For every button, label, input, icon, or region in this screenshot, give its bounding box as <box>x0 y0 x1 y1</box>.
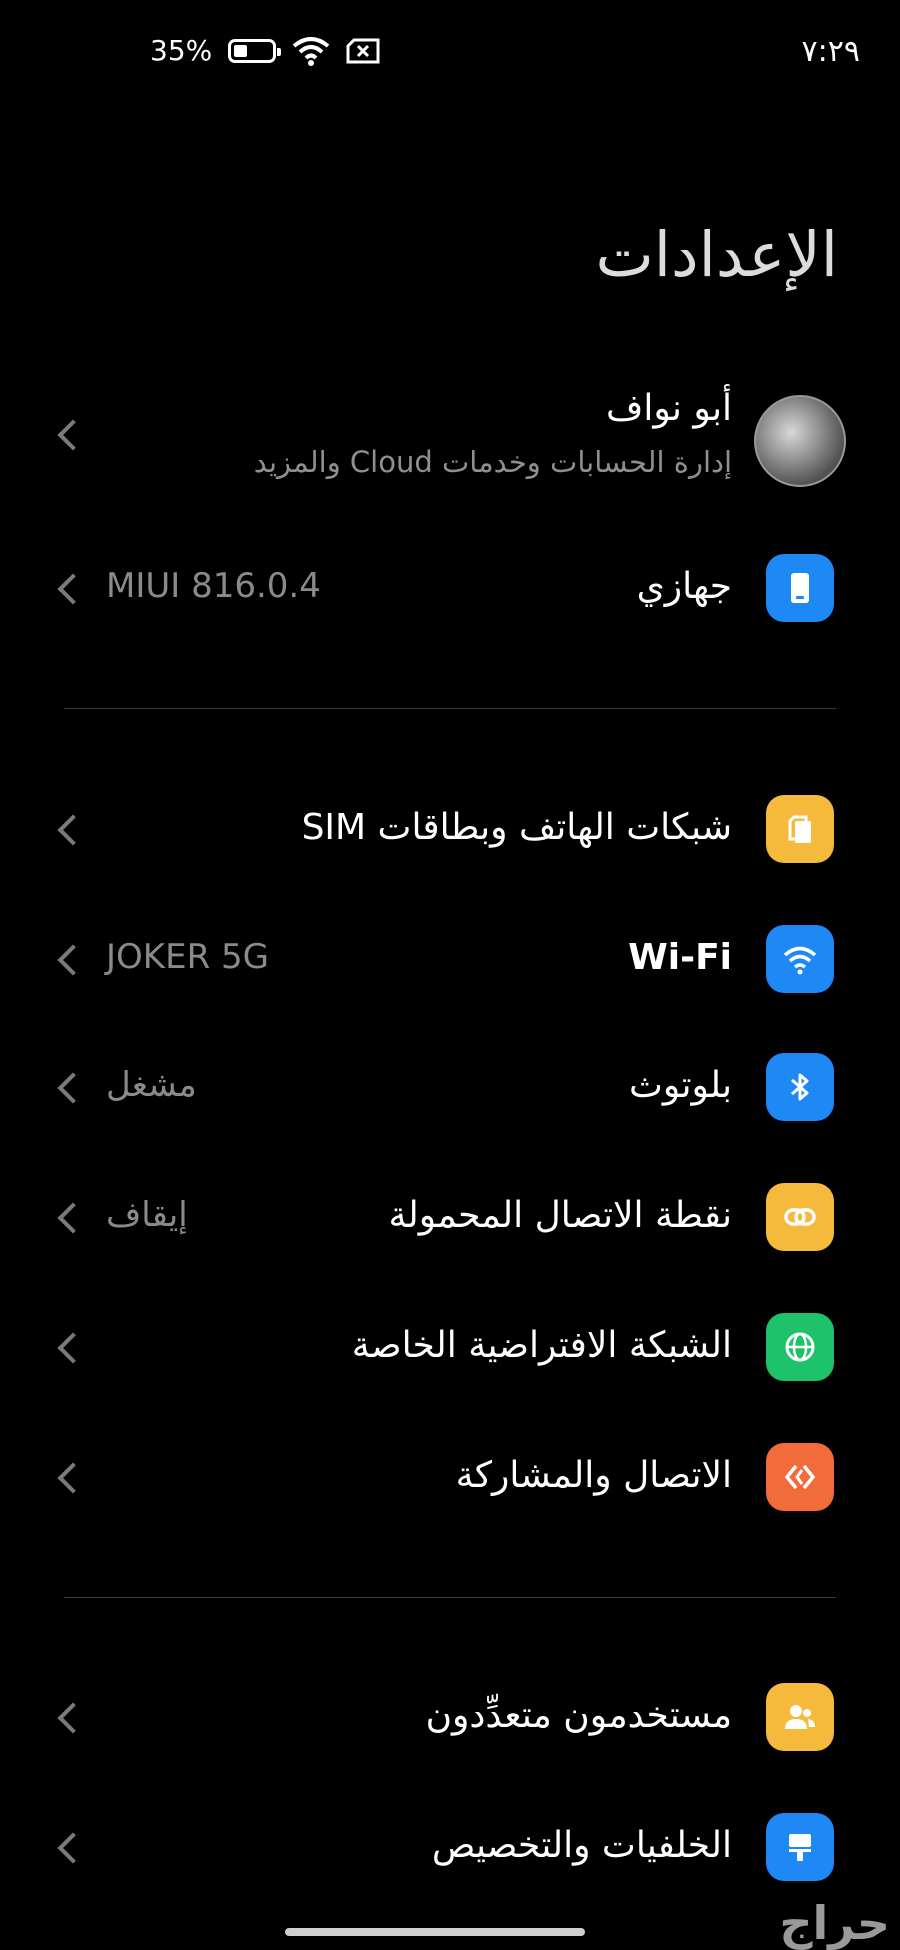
settings-item-wallpaper[interactable]: الخلفيات والتخصيص <box>0 1811 900 1883</box>
globe-icon <box>766 1313 834 1381</box>
settings-item-value: JOKER 5G <box>106 937 269 977</box>
wifi-icon <box>766 925 834 993</box>
settings-item-label: نقطة الاتصال المحمولة <box>388 1195 732 1236</box>
settings-item-multiple-users[interactable]: مستخدمون متعدِّدون <box>0 1681 900 1753</box>
hotspot-icon <box>766 1183 834 1251</box>
settings-item-label: مستخدمون متعدِّدون <box>425 1695 732 1736</box>
sim-card-icon <box>766 795 834 863</box>
profile-name: أبو نواف <box>606 388 732 429</box>
users-icon <box>766 1683 834 1751</box>
chevron-left-icon <box>57 1072 89 1104</box>
settings-item-wifi[interactable]: Wi-Fi JOKER 5G <box>0 923 900 995</box>
status-icons: 35% <box>150 34 380 67</box>
sim-x-icon <box>346 38 380 63</box>
settings-item-label: الشبكة الافتراضية الخاصة <box>351 1325 732 1366</box>
settings-item-value: إيقاف <box>106 1195 188 1235</box>
settings-item-hotspot[interactable]: نقطة الاتصال المحمولة إيقاف <box>0 1181 900 1253</box>
chevron-left-icon <box>57 419 89 451</box>
settings-item-label: شبكات الهاتف وبطاقات SIM <box>301 807 732 848</box>
battery-icon <box>228 38 282 63</box>
avatar <box>754 395 846 487</box>
chevron-left-icon <box>57 944 89 976</box>
settings-item-label: الخلفيات والتخصيص <box>431 1825 732 1866</box>
settings-item-my-device[interactable]: جهازي MIUI 816.0.4 <box>0 552 900 624</box>
chevron-left-icon <box>57 1462 89 1494</box>
watermark: حراج <box>779 1896 890 1950</box>
chevron-left-icon <box>57 1702 89 1734</box>
settings-item-value: MIUI 816.0.4 <box>106 566 321 606</box>
battery-percent: 35% <box>150 34 213 67</box>
phone-icon <box>766 554 834 622</box>
chevron-left-icon <box>57 1202 89 1234</box>
settings-item-sim[interactable]: شبكات الهاتف وبطاقات SIM <box>0 793 900 865</box>
chevron-left-icon <box>57 1332 89 1364</box>
settings-item-vpn[interactable]: الشبكة الافتراضية الخاصة <box>0 1311 900 1383</box>
chevron-left-icon <box>57 1832 89 1864</box>
profile-subtitle: إدارة الحسابات وخدمات Cloud والمزيد <box>253 445 732 479</box>
settings-item-connection-sharing[interactable]: الاتصال والمشاركة <box>0 1441 900 1513</box>
chevron-left-icon <box>57 814 89 846</box>
status-bar: 35% ٧:٢٩ <box>0 28 900 78</box>
wifi-status-icon <box>292 36 330 66</box>
settings-item-value: مشغل <box>106 1065 197 1105</box>
settings-item-label: جهازي <box>636 566 732 607</box>
share-icon <box>766 1443 834 1511</box>
section-divider <box>64 708 836 709</box>
settings-item-label: الاتصال والمشاركة <box>455 1455 732 1496</box>
brush-icon <box>766 1813 834 1881</box>
settings-item-label: بلوتوث <box>628 1065 732 1106</box>
section-divider <box>64 1597 836 1598</box>
bluetooth-icon <box>766 1053 834 1121</box>
status-time: ٧:٢٩ <box>801 34 860 69</box>
chevron-left-icon <box>57 573 89 605</box>
page-title: الإعدادات <box>595 218 838 291</box>
settings-item-label: Wi-Fi <box>628 937 732 978</box>
settings-item-bluetooth[interactable]: بلوتوث مشغل <box>0 1051 900 1123</box>
home-indicator[interactable] <box>285 1928 585 1936</box>
